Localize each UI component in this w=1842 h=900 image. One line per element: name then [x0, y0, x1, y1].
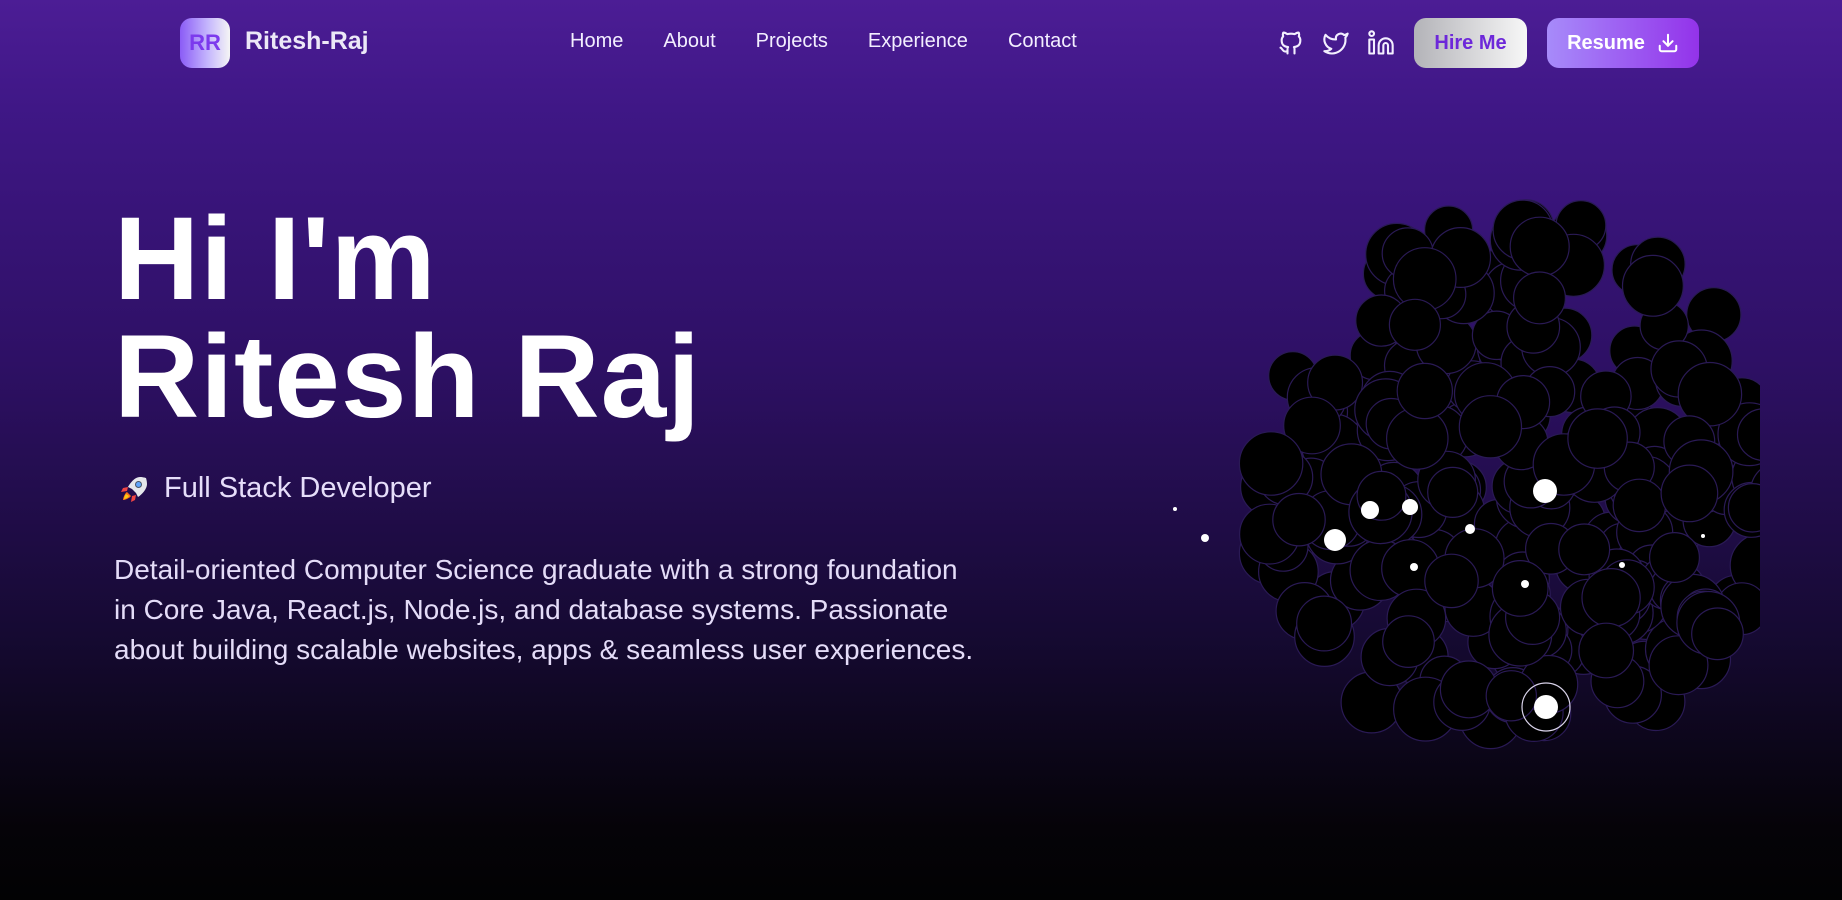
sphere-highlight-dot	[1465, 524, 1475, 534]
sphere-particle	[1558, 523, 1611, 576]
sphere-highlight-dot	[1410, 563, 1418, 571]
download-icon	[1658, 33, 1678, 53]
hero-greeting: Hi I'm	[114, 193, 437, 325]
sphere-particle	[1581, 568, 1641, 628]
sphere-highlight-dot	[1533, 479, 1557, 503]
logo-badge[interactable]: RR	[180, 18, 230, 68]
twitter-icon[interactable]	[1322, 29, 1350, 57]
sphere-particle	[1296, 595, 1353, 652]
hero-heading: Hi I'm Ritesh Raj	[114, 200, 701, 436]
role-text: Full Stack Developer	[164, 472, 432, 504]
sphere-particle	[1424, 553, 1479, 609]
sphere-particle	[1272, 492, 1326, 547]
hero-name: Ritesh Raj	[114, 311, 702, 443]
sphere-particle	[1491, 560, 1549, 617]
hire-me-button[interactable]: Hire Me	[1414, 18, 1527, 68]
sphere-highlight-dot	[1619, 562, 1625, 568]
sphere-particle	[1567, 408, 1628, 469]
nav-link-about[interactable]: About	[663, 30, 715, 53]
nav-link-home[interactable]: Home	[570, 30, 623, 53]
sphere-highlight-dot	[1201, 534, 1209, 542]
sphere-particle	[1612, 478, 1667, 533]
nav-link-contact[interactable]: Contact	[1008, 30, 1077, 53]
resume-label: Resume	[1567, 31, 1645, 54]
nav-link-experience[interactable]: Experience	[868, 30, 968, 53]
github-icon[interactable]	[1277, 29, 1305, 57]
main-menu: Home About Projects Experience Contact	[570, 30, 1117, 53]
sphere-particle	[1648, 532, 1700, 584]
nav-link-projects[interactable]: Projects	[756, 30, 828, 53]
sphere-particle	[1485, 670, 1537, 722]
sphere-particle	[1621, 254, 1684, 317]
sphere-highlight-dot	[1324, 529, 1346, 551]
sphere-particle	[1660, 464, 1719, 523]
sphere-particle	[1691, 607, 1744, 661]
sphere-particle	[1427, 466, 1479, 518]
sphere-particle	[1509, 216, 1570, 277]
rocket-icon	[121, 476, 147, 502]
hero-role: Full Stack Developer	[118, 472, 432, 505]
hero-description: Detail-oriented Computer Science graduat…	[114, 554, 974, 665]
sphere-highlight-dot	[1173, 507, 1177, 511]
sphere-particle	[1382, 615, 1435, 669]
top-navbar: RR Ritesh-Raj Home About Projects Experi…	[0, 0, 1842, 86]
particle-sphere-graphic[interactable]	[1100, 195, 1760, 795]
sphere-particle	[1578, 622, 1635, 679]
sphere-highlight-dot	[1402, 499, 1418, 515]
brand-name[interactable]: Ritesh-Raj	[245, 27, 369, 56]
linkedin-icon[interactable]	[1367, 29, 1395, 57]
sphere-particle	[1513, 271, 1567, 325]
sphere-highlight-dot	[1521, 580, 1529, 588]
sphere-particle	[1458, 395, 1523, 459]
sphere-particle	[1388, 298, 1441, 351]
sphere-highlight-dot	[1701, 534, 1705, 538]
resume-button[interactable]: Resume	[1547, 18, 1699, 68]
sphere-highlight-dot	[1361, 501, 1379, 519]
sphere-highlight-dot	[1534, 695, 1558, 719]
sphere-particle	[1396, 362, 1453, 420]
sphere-particle	[1238, 431, 1304, 496]
